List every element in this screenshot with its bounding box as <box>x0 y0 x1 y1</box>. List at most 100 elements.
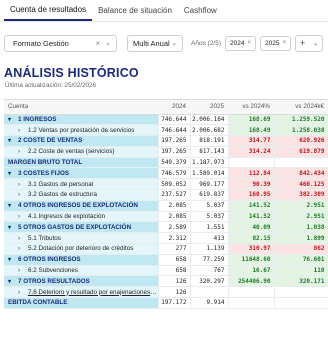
variance-keur: 1.038 <box>274 221 328 234</box>
row-label: › 5.2 Dotación por deterioro de créditos <box>4 243 159 255</box>
variance-keur: 1.899 <box>274 232 328 245</box>
row-label: › 3.1 Gastos de personal <box>4 178 159 191</box>
table-subrow[interactable]: › 5.1 Tributos 2.312 413 82.15 1.899 <box>4 232 328 245</box>
add-year-button[interactable]: + ⌄ <box>294 34 323 52</box>
variance-pct: 11648.60 <box>228 254 275 266</box>
format-select[interactable]: Formato Gestión × ⌄ <box>4 34 117 52</box>
variance-pct: 314.24 <box>228 146 275 158</box>
table-row[interactable]: ▾ 7 OTROS RESULTADOS 126 320.297 254406.90 32… <box>4 275 328 288</box>
row-label-text: 4.1 Ingresos de explotación <box>28 213 106 221</box>
remove-chip-icon[interactable]: × <box>282 40 286 46</box>
value-2024: 2.085 <box>158 211 191 223</box>
row-label-text: 7 OTROS RESULTADOS <box>18 277 90 285</box>
column-header-vs-pct[interactable]: vs 2024% <box>228 100 274 115</box>
table-subrow[interactable]: › 7.6 Deterioro y resultado por enajenaci… <box>4 286 328 299</box>
value-2024: 658 <box>158 265 191 277</box>
value-2025: 767 <box>190 265 229 277</box>
row-label-text: 1.2 Ventas por prestación de servicios <box>28 126 135 134</box>
table-row[interactable]: ▾ 4 OTROS INGRESOS DE EXPLOTACIÓN 2.085 5.0… <box>4 200 328 212</box>
row-chevron-icon[interactable]: › <box>18 290 28 296</box>
value-2024: 509.052 <box>158 178 191 191</box>
value-2024: 2.312 <box>158 232 191 245</box>
row-chevron-icon[interactable]: › <box>18 214 28 220</box>
table-row[interactable]: ▾ 3 COSTES FIJOS 746.579 1.589.014 112.84 842… <box>4 167 328 180</box>
expand-chevron-icon[interactable]: ▾ <box>8 116 18 123</box>
table-subrow[interactable]: › 3.1 Gastos de personal 509.052 969.177 90.… <box>4 178 328 191</box>
column-header-2025[interactable]: 2025 <box>190 100 228 115</box>
variance-keur: 842.434 <box>274 167 328 180</box>
table-subrow[interactable]: › 1.2 Ventas por prestación de servicios 7… <box>4 124 328 137</box>
table-row[interactable]: ▾ 1 INGRESOS 746.644 2.006.164 168.69 1.259.5… <box>4 114 328 126</box>
column-header-vs-keur[interactable]: vs 2024k€ <box>274 100 328 115</box>
mode-select[interactable]: Multi Anual ⌄ <box>127 34 183 52</box>
table-row: MARGEN BRUTO TOTAL 549.379 1.187.973 <box>4 157 328 169</box>
row-label-text: 4 OTROS INGRESOS DE EXPLOTACIÓN <box>18 202 138 210</box>
expand-chevron-icon[interactable]: ▾ <box>8 202 18 209</box>
row-label: › 6.2 Subvenciones <box>4 265 159 277</box>
year-chip-2025[interactable]: 2025 × <box>259 35 291 51</box>
row-label-text: 5.1 Tributos <box>28 234 61 242</box>
value-2025: 1.139 <box>190 243 229 255</box>
variance-keur: 620.926 <box>274 135 328 147</box>
year-chip-2024[interactable]: 2024 × <box>225 35 256 51</box>
expand-chevron-icon[interactable]: ▾ <box>8 137 18 144</box>
variance-keur <box>274 297 328 309</box>
expand-chevron-icon[interactable]: ▾ <box>8 256 18 263</box>
mode-select-value: Multi Anual <box>133 38 170 48</box>
row-chevron-icon[interactable]: › <box>18 128 28 134</box>
row-label: ▾ 1 INGRESOS <box>4 114 159 126</box>
variance-pct <box>228 286 275 299</box>
row-chevron-icon[interactable]: › <box>18 236 28 242</box>
variance-keur <box>274 286 328 299</box>
tab-cuenta-de-resultados[interactable]: Cuenta de resultados <box>4 5 93 21</box>
expand-chevron-icon[interactable]: ▾ <box>8 224 18 231</box>
row-label-text: 7.6 Deterioro y resultado por enajenacio… <box>28 288 157 296</box>
value-2024: 746.644 <box>158 114 191 126</box>
row-label: ▾ 2 COSTE DE VENTAS <box>4 135 159 147</box>
chevron-down-icon: ⌄ <box>105 40 111 47</box>
table-subrow[interactable]: › 6.2 Subvenciones 658 767 16.67 110 <box>4 265 328 277</box>
value-2024: 126 <box>158 275 191 288</box>
variance-keur: 2.951 <box>274 200 328 212</box>
row-label-text: 6.2 Subvenciones <box>28 267 79 275</box>
variance-keur: 619.879 <box>274 146 328 158</box>
column-header-account[interactable]: Cuenta <box>4 100 158 115</box>
row-chevron-icon[interactable]: › <box>18 149 28 155</box>
table-subrow[interactable]: › 3.2 Gastos de estructura 237.527 619.837 1… <box>4 189 328 201</box>
variance-pct: 310.97 <box>228 243 275 255</box>
table-row[interactable]: ▾ 6 OTROS INGRESOS 658 77.259 11648.60 76.601 <box>4 254 328 266</box>
table-subrow[interactable]: › 2.2 Coste de ventas (servicios) 197.265 8… <box>4 146 328 158</box>
variance-keur: 1.258.038 <box>274 124 328 137</box>
row-label: EBITDA CONTABLE <box>4 297 159 309</box>
variance-keur: 110 <box>274 265 328 277</box>
row-label: › 1.2 Ventas por prestación de servicios <box>4 124 159 137</box>
row-label-text: 2 COSTE DE VENTAS <box>18 137 83 145</box>
table-subrow[interactable]: › 5.2 Dotación por deterioro de créditos 2… <box>4 243 328 255</box>
value-2024: 2.085 <box>158 200 191 212</box>
year-chip-label: 2025 <box>264 39 280 47</box>
row-label-text: 6 OTROS INGRESOS <box>18 256 81 264</box>
variance-pct: 16.67 <box>228 265 275 277</box>
remove-chip-icon[interactable]: × <box>247 40 251 46</box>
variance-keur: 320.171 <box>274 275 328 288</box>
row-chevron-icon[interactable]: › <box>18 182 28 188</box>
add-year-label: + <box>299 38 306 48</box>
tab-cashflow[interactable]: Cashflow <box>178 6 223 21</box>
table-row[interactable]: ▾ 2 COSTE DE VENTAS 197.265 818.191 314.77 62… <box>4 135 328 147</box>
tab-balance-de-situacion[interactable]: Balance de situación <box>92 6 178 21</box>
column-header-2024[interactable]: 2024 <box>158 100 190 115</box>
value-2025: 2.006.164 <box>190 114 229 126</box>
row-chevron-icon[interactable]: › <box>18 268 28 274</box>
expand-chevron-icon[interactable]: ▾ <box>8 170 18 177</box>
clear-icon[interactable]: × <box>95 39 100 48</box>
row-chevron-icon[interactable]: › <box>18 192 28 198</box>
table-row[interactable]: ▾ 5 OTROS GASTOS DE EXPLOTACIÓN 2.589 1.551… <box>4 221 328 234</box>
chevron-down-icon: ⌄ <box>312 40 318 47</box>
expand-chevron-icon[interactable]: ▾ <box>8 278 18 285</box>
table-subrow[interactable]: › 4.1 Ingresos de explotación 2.085 5.037 14… <box>4 211 328 223</box>
row-label: ▾ 6 OTROS INGRESOS <box>4 254 159 266</box>
value-2025: 2.006.682 <box>190 124 229 137</box>
variance-keur: 1.259.520 <box>274 114 328 126</box>
row-chevron-icon[interactable]: › <box>18 246 28 252</box>
value-2024: 197.265 <box>158 146 191 158</box>
